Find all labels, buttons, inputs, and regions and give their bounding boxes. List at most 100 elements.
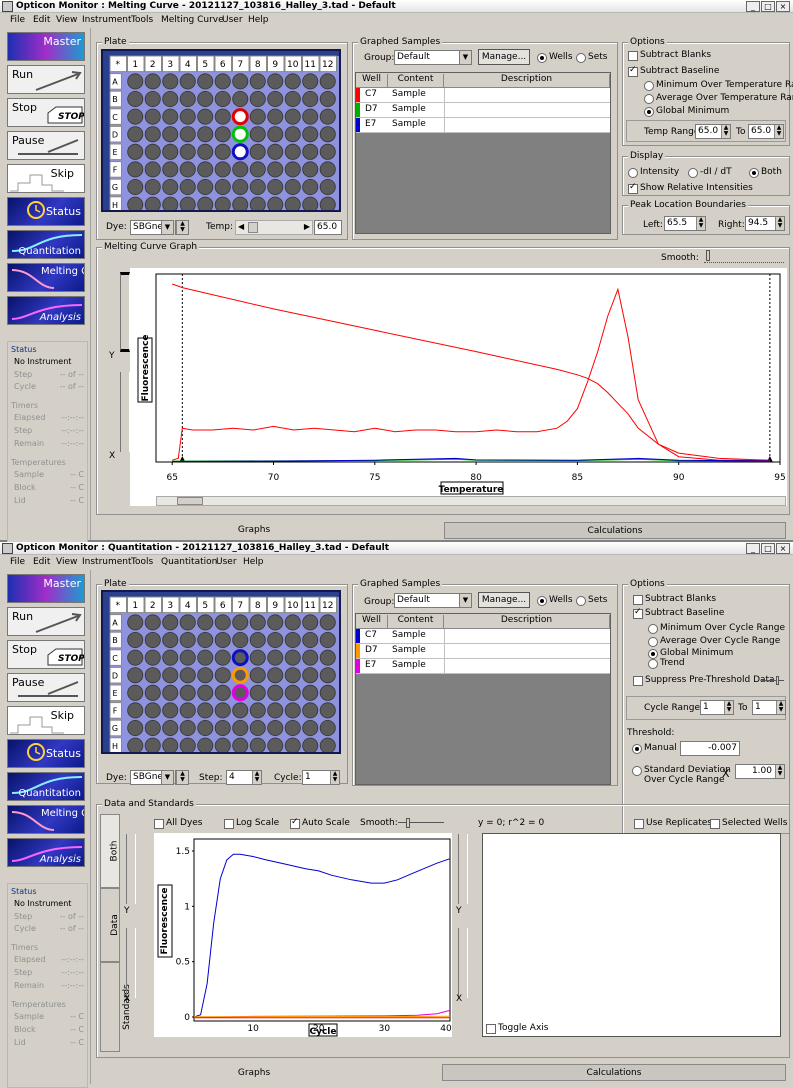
min-over-cycle-radio[interactable]: Minimum Over Cycle Range [648,623,785,633]
plate-well[interactable] [180,91,195,106]
plate-well[interactable] [145,109,160,124]
x-axis-slider[interactable] [120,372,130,452]
min-over-temp-radio[interactable]: Minimum Over Temperature Range [644,80,793,90]
menu-user[interactable]: User [222,15,243,25]
plate-well[interactable] [163,109,178,124]
melting-curve-button[interactable]: Melting Curve [7,805,85,834]
dye-select[interactable]: SBGne▼ [130,770,174,785]
plate-well[interactable] [250,109,265,124]
table-row[interactable]: E7Sample [356,659,610,674]
plate-well[interactable] [128,127,143,142]
maximize-button[interactable]: □ [761,1,775,12]
plate-well[interactable] [198,738,213,752]
temp-range-to[interactable]: 65.0▲▼ [748,124,784,139]
sets-radio[interactable]: Sets [576,52,607,62]
plate-well[interactable] [198,127,213,142]
plate-well[interactable] [180,162,195,177]
tab-standards[interactable]: Standards [100,962,120,1052]
group-select[interactable]: Default▼ [394,593,472,608]
col-content[interactable]: Content [388,74,444,88]
col-description[interactable]: Description [444,615,610,629]
auto-scale-checkbox[interactable]: Auto Scale [290,818,350,828]
maximize-button[interactable]: □ [761,543,775,554]
plate-well[interactable] [268,197,283,210]
plate-well[interactable] [285,685,300,700]
plate-well[interactable] [180,109,195,124]
plate-well[interactable] [233,91,248,106]
plate-well[interactable] [250,703,265,718]
plate-well[interactable] [180,615,195,630]
stddev-radio[interactable]: Standard DeviationOver Cycle Range [632,765,731,785]
plate-well[interactable] [320,144,335,159]
tab-data[interactable]: Data [100,888,120,962]
tab-graphs[interactable]: Graphs [96,1065,412,1082]
plate-well[interactable] [198,197,213,210]
plate-well[interactable] [198,650,213,665]
show-relative-checkbox[interactable]: Show Relative Intensities [628,183,753,193]
well-plate[interactable]: *123456789101112ABCDEFGH [101,49,341,212]
temp-slider[interactable]: ◀▶ [235,220,313,235]
plate-well[interactable] [268,109,283,124]
plate-well[interactable] [303,127,318,142]
y-axis-slider[interactable] [126,834,136,904]
plate-well[interactable] [145,144,160,159]
plate-well[interactable] [250,162,265,177]
quantitation-button[interactable]: Quantitation [7,772,85,801]
derivative-radio[interactable]: -dI / dT [688,167,732,177]
plate-well[interactable] [320,179,335,194]
plate-well[interactable] [233,162,248,177]
avg-over-temp-radio[interactable]: Average Over Temperature Range [644,93,793,103]
plate-well[interactable] [285,738,300,752]
cycle-range-from[interactable]: 1▲▼ [700,700,734,715]
tab-graphs[interactable]: Graphs [96,522,412,539]
plate-well[interactable] [285,179,300,194]
plate-well[interactable] [250,179,265,194]
plate-well[interactable] [128,109,143,124]
plate-well[interactable] [180,703,195,718]
plate-well[interactable] [320,703,335,718]
plate-well[interactable] [128,703,143,718]
plate-well[interactable] [128,91,143,106]
cycle-range-to[interactable]: 1▲▼ [752,700,786,715]
plate-well[interactable] [198,720,213,735]
plate-well[interactable] [163,720,178,735]
menu-view[interactable]: View [56,15,77,25]
plate-well[interactable] [145,720,160,735]
plate-well[interactable] [320,127,335,142]
plate-well[interactable] [180,127,195,142]
plate-well[interactable] [180,179,195,194]
plate-well[interactable] [320,720,335,735]
plate-well[interactable] [163,162,178,177]
plate-well[interactable] [145,703,160,718]
plate-well[interactable] [163,650,178,665]
plate-well[interactable] [303,703,318,718]
graph-hscroll[interactable] [156,496,786,506]
plate-well[interactable] [320,91,335,106]
quantitation-button[interactable]: Quantitation [7,230,85,259]
plate-well[interactable] [128,738,143,752]
plate-well[interactable] [215,650,230,665]
table-row[interactable]: D7Sample [356,103,610,118]
plate-well[interactable] [215,74,230,89]
plate-well[interactable] [250,650,265,665]
pause-button[interactable]: Pause [7,131,85,160]
plate-well[interactable] [145,685,160,700]
run-button[interactable]: Run [7,65,85,94]
plate-well[interactable] [198,615,213,630]
plate-well[interactable] [215,197,230,210]
group-select[interactable]: Default▼ [394,50,472,65]
plate-well[interactable] [180,632,195,647]
plate-well[interactable] [320,109,335,124]
temp-input[interactable]: 65.0 [314,220,342,235]
plate-well[interactable] [303,179,318,194]
plate-well[interactable] [233,738,248,752]
plate-well[interactable] [233,179,248,194]
plate-well[interactable] [198,144,213,159]
plate-well[interactable] [320,632,335,647]
menu-tools[interactable]: Tools [131,15,153,25]
plate-well[interactable] [128,179,143,194]
plate-well[interactable] [250,127,265,142]
plate-well[interactable] [268,632,283,647]
subtract-baseline-checkbox[interactable]: Subtract Baseline [633,608,724,618]
col-content[interactable]: Content [388,615,444,629]
